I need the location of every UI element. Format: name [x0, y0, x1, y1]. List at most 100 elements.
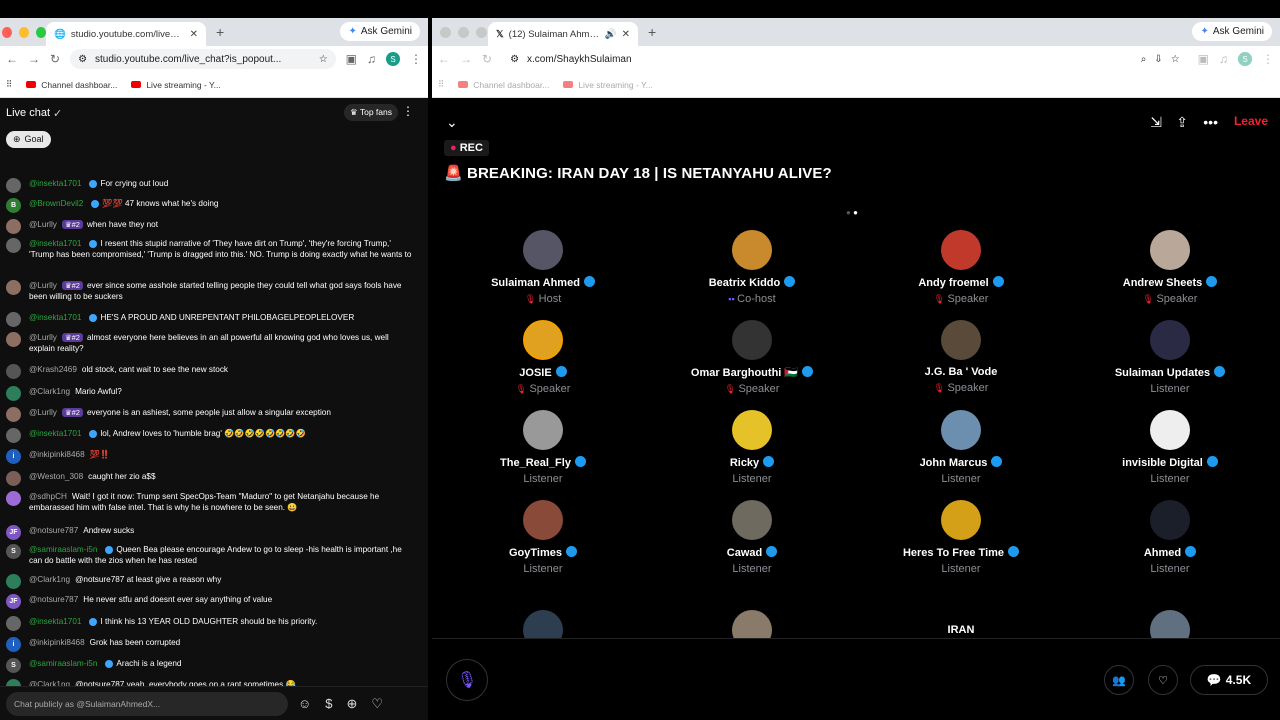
- new-tab-button[interactable]: +: [648, 24, 656, 40]
- participant-avatar[interactable]: [732, 410, 772, 450]
- chat-message[interactable]: i @inkipinki8468 💯‼️: [6, 449, 416, 464]
- chat-message[interactable]: JF @notsure787 He never stfu and doesnt ev…: [6, 594, 416, 609]
- ask-gemini-button[interactable]: ✦ Ask Gemini: [340, 22, 420, 41]
- avatar[interactable]: [6, 280, 21, 295]
- top-fans-button[interactable]: ♛ Top fans: [344, 104, 398, 121]
- minimize-window-button[interactable]: [19, 26, 29, 38]
- participant[interactable]: [652, 610, 852, 638]
- page-dots[interactable]: ● ●: [846, 208, 858, 217]
- chat-input[interactable]: Chat publicly as @SulaimanAhmedX...: [6, 691, 288, 716]
- extensions-icon[interactable]: ▣: [1198, 52, 1209, 66]
- message-author[interactable]: @Lurlly: [29, 281, 57, 290]
- chat-message[interactable]: @insekta1701 For crying out loud: [6, 178, 416, 193]
- chat-message[interactable]: S @samiraaslam-i5n Queen Bea please encour…: [6, 544, 416, 566]
- participant[interactable]: [443, 610, 643, 638]
- participant[interactable]: [1070, 610, 1270, 638]
- message-author[interactable]: @Lurlly: [29, 220, 57, 229]
- participant[interactable]: IRAN: [861, 610, 1061, 638]
- minimize-window-button[interactable]: [458, 26, 469, 38]
- participant-avatar[interactable]: [523, 500, 563, 540]
- avatar[interactable]: [6, 407, 21, 422]
- avatar[interactable]: i: [6, 637, 21, 652]
- participant-avatar[interactable]: [1150, 320, 1190, 360]
- participant-avatar[interactable]: [732, 320, 772, 360]
- chat-message[interactable]: S @samiraaslam-i5n Arachi is a legend: [6, 658, 416, 673]
- participant-avatar[interactable]: [732, 500, 772, 540]
- participant[interactable]: Ricky Listener: [652, 410, 852, 485]
- avatar[interactable]: [6, 364, 21, 379]
- message-author[interactable]: @Weston_308: [29, 472, 83, 481]
- participant-avatar[interactable]: [941, 500, 981, 540]
- chat-message[interactable]: @insekta1701 HE'S A PROUD AND UNREPENTANT…: [6, 312, 416, 327]
- share-icon[interactable]: ⇪: [1176, 114, 1188, 131]
- chat-menu-icon[interactable]: ⋮: [402, 104, 414, 118]
- comments-button[interactable]: 💬 4.5K: [1190, 665, 1268, 695]
- avatar[interactable]: i: [6, 449, 21, 464]
- message-author[interactable]: @Krash2469: [29, 365, 77, 374]
- message-author[interactable]: @inkipinki8468: [29, 638, 85, 647]
- site-info-icon[interactable]: ⚙: [510, 54, 519, 65]
- reload-icon[interactable]: ↻: [50, 52, 60, 66]
- chat-message[interactable]: @Clark1ng @notsure787 at least give a rea…: [6, 574, 416, 589]
- message-author[interactable]: @inkipinki8468: [29, 450, 85, 459]
- collapse-chevron-icon[interactable]: ⌄: [446, 114, 458, 131]
- participant-avatar[interactable]: [523, 230, 563, 270]
- participant[interactable]: J.G. Ba ' Vode 🎙 Speaker: [861, 320, 1061, 394]
- chat-message[interactable]: @Lurlly ♛#2 when have they not: [6, 219, 416, 234]
- browser-tab[interactable]: 𝕏 (12) Sulaiman Ahmed (@S 🔊 ✕: [488, 22, 638, 46]
- microphone-button[interactable]: 🎙: [446, 659, 488, 701]
- participant-avatar[interactable]: [941, 320, 981, 360]
- avatar[interactable]: [6, 428, 21, 443]
- participant-avatar[interactable]: [732, 610, 772, 638]
- avatar[interactable]: [6, 574, 21, 589]
- apps-grid-icon[interactable]: ⠿: [6, 79, 12, 90]
- avatar[interactable]: S: [6, 544, 21, 559]
- reload-icon[interactable]: ↻: [482, 52, 492, 66]
- participant[interactable]: invisible Digital Listener: [1070, 410, 1270, 485]
- chat-message[interactable]: @Weston_308 caught her zio a$$: [6, 471, 416, 486]
- extensions-icon[interactable]: ▣: [346, 52, 357, 66]
- message-author[interactable]: @Clark1ng: [29, 575, 70, 584]
- participant-avatar[interactable]: [941, 230, 981, 270]
- message-author[interactable]: @insekta1701: [29, 313, 81, 322]
- ask-gemini-button[interactable]: ✦ Ask Gemini: [1192, 22, 1272, 41]
- goal-button[interactable]: ⊕ Goal: [6, 130, 51, 148]
- add-icon[interactable]: ⊕: [347, 696, 358, 712]
- maximize-window-button[interactable]: [36, 26, 46, 38]
- leave-button[interactable]: Leave: [1234, 114, 1268, 128]
- message-author[interactable]: @Lurlly: [29, 333, 57, 342]
- avatar[interactable]: [6, 332, 21, 347]
- url-field[interactable]: ⚙ studio.youtube.com/live_chat?is_popout…: [70, 49, 336, 69]
- apps-grid-icon[interactable]: ⠿: [438, 79, 444, 90]
- participant-avatar[interactable]: [523, 610, 563, 638]
- participant[interactable]: The_Real_Fly Listener: [443, 410, 643, 485]
- participant[interactable]: JOSIE 🎙 Speaker: [443, 320, 643, 395]
- close-window-button[interactable]: [440, 26, 451, 38]
- people-button[interactable]: 👥: [1104, 665, 1134, 695]
- avatar[interactable]: [6, 238, 21, 253]
- media-icon[interactable]: ♫: [1219, 52, 1228, 66]
- profile-avatar[interactable]: S: [1238, 52, 1252, 66]
- chat-messages[interactable]: @insekta1701 For crying out loud B @BrownDe…: [0, 178, 428, 708]
- chat-message[interactable]: @Krash2469 old stock, cant wait to see th…: [6, 364, 416, 379]
- participant[interactable]: Ahmed Listener: [1070, 500, 1270, 575]
- avatar[interactable]: [6, 491, 21, 506]
- chat-message[interactable]: JF @notsure787 Andrew sucks: [6, 525, 416, 540]
- participant[interactable]: Heres To Free Time Listener: [861, 500, 1061, 575]
- new-tab-button[interactable]: +: [216, 24, 224, 40]
- participant[interactable]: Beatrix Kiddo ▪▪ Co-host: [652, 230, 852, 305]
- message-author[interactable]: @insekta1701: [29, 239, 81, 248]
- emoji-icon[interactable]: ☺: [298, 696, 311, 712]
- message-author[interactable]: @notsure787: [29, 595, 78, 604]
- participant-avatar[interactable]: [941, 410, 981, 450]
- avatar[interactable]: [6, 219, 21, 234]
- bookmark-live-streaming[interactable]: Live streaming - Y...: [563, 80, 653, 90]
- media-icon[interactable]: ♫: [367, 52, 376, 66]
- message-author[interactable]: @insekta1701: [29, 429, 81, 438]
- participant-avatar[interactable]: IRAN: [941, 610, 981, 638]
- message-author[interactable]: @sdhpCH: [29, 492, 67, 501]
- url-field[interactable]: ⚙ x.com/ShaykhSulaiman ⌕ ⇩ ☆: [502, 49, 1188, 69]
- avatar[interactable]: JF: [6, 525, 21, 540]
- message-author[interactable]: @insekta1701: [29, 179, 81, 188]
- menu-kebab-icon[interactable]: ⋮: [1262, 52, 1274, 66]
